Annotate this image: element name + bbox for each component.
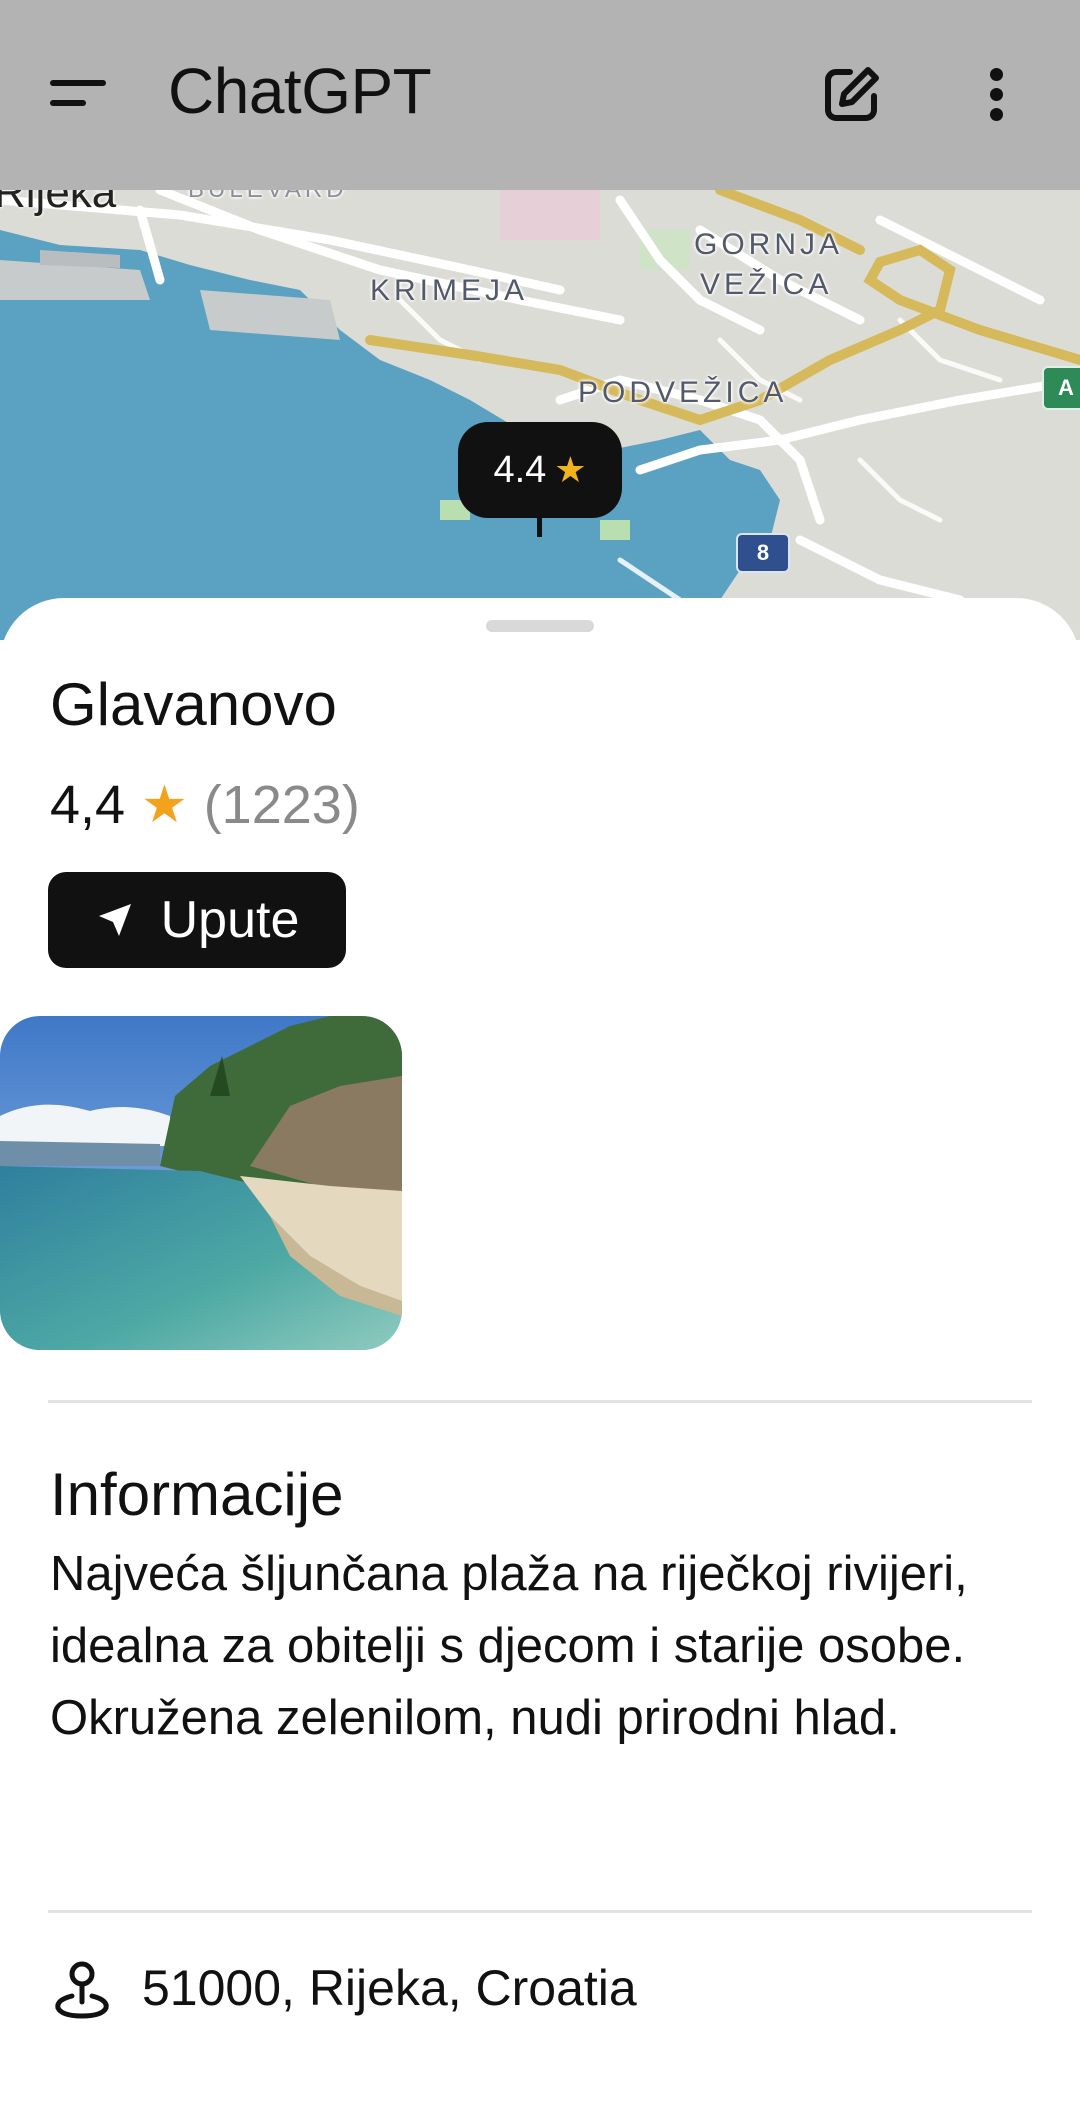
star-icon: ★ [141, 776, 188, 834]
section-divider [48, 1400, 1032, 1403]
route-badge: 8 [736, 533, 790, 573]
map-area-label: PODVEŽICA [578, 376, 788, 409]
info-description: Najveća šljunčana plaža na riječkoj rivi… [50, 1547, 968, 1745]
place-details-sheet: Glavanovo 4,4 ★ (1223) Upute Informacije… [0, 598, 1080, 2115]
section-divider [48, 1910, 1032, 1913]
rating-row: 4,4 ★ (1223) [50, 774, 360, 836]
app-bar: ChatGPT [0, 0, 1080, 190]
directions-button[interactable]: Upute [48, 872, 346, 968]
hamburger-menu-icon[interactable] [50, 72, 114, 120]
map-area-label: KRIMEJA [370, 274, 529, 307]
route-badge: A [1042, 366, 1080, 410]
pin-tail [537, 515, 542, 537]
app-title: ChatGPT [168, 55, 432, 127]
review-count: (1223) [203, 775, 360, 835]
location-pin-icon [55, 1961, 109, 2019]
map-area-label: GORNJA [694, 228, 844, 261]
map-rating-pin[interactable]: 4.4 ★ [458, 422, 622, 518]
place-name: Glavanovo [50, 671, 337, 738]
place-photo[interactable] [0, 1016, 402, 1350]
edit-icon[interactable] [820, 62, 884, 126]
rating-value: 4,4 [50, 775, 126, 835]
pin-rating-value: 4.4 [493, 448, 547, 491]
navigation-arrow-icon [98, 904, 131, 936]
directions-label: Upute [160, 891, 300, 949]
address-text: 51000, Rijeka, Croatia [142, 1960, 637, 2016]
more-vertical-icon[interactable] [972, 62, 1020, 126]
sheet-drag-handle[interactable] [486, 620, 594, 632]
address-row[interactable]: 51000, Rijeka, Croatia [50, 1956, 637, 2020]
info-heading: Informacije [50, 1461, 344, 1528]
star-icon: ★ [554, 449, 587, 490]
map-area-label: VEŽICA [700, 268, 833, 301]
